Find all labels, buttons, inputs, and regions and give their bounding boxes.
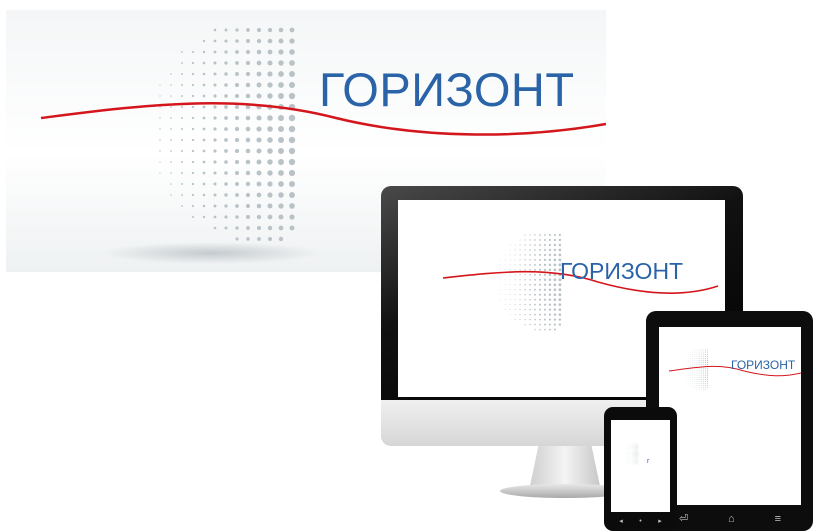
brand-title: ГОРИЗОНТ <box>319 63 575 116</box>
globe-icon <box>624 442 639 466</box>
halftone-dot <box>636 458 638 460</box>
back-icon[interactable]: ◂ <box>619 518 623 525</box>
halftone-dot <box>636 454 638 455</box>
halftone-dot <box>637 446 639 447</box>
phone-nav-bar: ◂ • ▸ <box>611 516 670 526</box>
halftone-dot <box>636 462 638 463</box>
halftone-dot <box>637 448 639 450</box>
halftone-dot <box>637 457 639 459</box>
halftone-dot <box>634 458 635 460</box>
halftone-dot <box>637 445 639 446</box>
tablet-screen: ГОРИЗОНТ <box>659 327 801 505</box>
halftone-dot <box>635 458 636 460</box>
halftone-dot <box>635 449 636 451</box>
halftone-dot <box>635 454 636 455</box>
halftone-dot <box>635 460 636 461</box>
halftone-dot <box>636 448 638 450</box>
halftone-dot <box>637 459 639 461</box>
halftone-dot <box>634 454 635 455</box>
halftone-dot <box>634 457 635 459</box>
tablet-nav-bar: ⏎ ⌂ ≡ <box>659 510 801 528</box>
halftone-dot <box>635 453 636 454</box>
halftone-dot <box>634 453 635 454</box>
home-icon[interactable]: • <box>639 518 641 525</box>
halftone-dot <box>637 449 639 451</box>
halftone-dot <box>635 446 636 447</box>
halftone-dot <box>636 447 638 448</box>
halftone-dot <box>637 443 639 445</box>
halftone-dot <box>636 450 638 452</box>
halftone-dot <box>635 450 636 452</box>
halftone-dot <box>635 448 636 450</box>
halftone-dot <box>635 457 636 459</box>
halftone-dot <box>635 445 636 446</box>
halftone-dot <box>634 447 635 448</box>
halftone-dot <box>637 453 639 454</box>
halftone-dot <box>637 442 639 444</box>
halftone-dot <box>637 450 639 452</box>
halftone-dot <box>637 447 639 448</box>
back-icon[interactable]: ⏎ <box>679 513 688 525</box>
halftone-dot <box>637 456 639 458</box>
halftone-dot <box>636 443 638 445</box>
halftone-dot <box>636 459 638 461</box>
halftone-dot <box>636 446 638 447</box>
halftone-dot <box>637 462 639 463</box>
halftone-dot <box>637 463 639 465</box>
halftone-dot <box>636 455 638 456</box>
red-swoosh <box>668 365 801 377</box>
halftone-dot <box>635 455 636 456</box>
halftone-dot <box>637 455 639 457</box>
halftone-dot <box>634 448 635 450</box>
halftone-dot <box>637 458 639 460</box>
home-icon[interactable]: ⌂ <box>728 513 735 525</box>
halftone-dot <box>634 451 635 453</box>
halftone-dot <box>636 456 638 458</box>
brand-title: г <box>647 458 650 465</box>
halftone-dot <box>637 451 639 453</box>
halftone-dot <box>636 457 638 459</box>
halftone-dot <box>635 461 636 462</box>
monitor-stand-neck <box>530 446 600 486</box>
halftone-dot <box>636 449 638 451</box>
menu-icon[interactable]: ≡ <box>775 513 781 525</box>
halftone-dot <box>635 447 636 448</box>
brand-title: ГОРИЗОНТ <box>731 358 796 372</box>
halftone-dot <box>634 449 635 451</box>
phone-screen: г <box>611 420 670 512</box>
halftone-dot <box>636 461 638 462</box>
menu-icon[interactable]: ▸ <box>658 518 662 525</box>
halftone-dot <box>634 455 635 456</box>
halftone-dot <box>636 445 638 446</box>
halftone-dot <box>634 450 635 452</box>
halftone-dot <box>636 451 638 453</box>
brand-title: ГОРИЗОНТ <box>560 258 684 284</box>
halftone-dot <box>635 456 636 458</box>
halftone-dot <box>637 454 639 455</box>
halftone-dot <box>634 456 635 458</box>
halftone-dot <box>636 453 638 454</box>
halftone-dot <box>635 451 636 453</box>
halftone-dot <box>637 461 639 462</box>
